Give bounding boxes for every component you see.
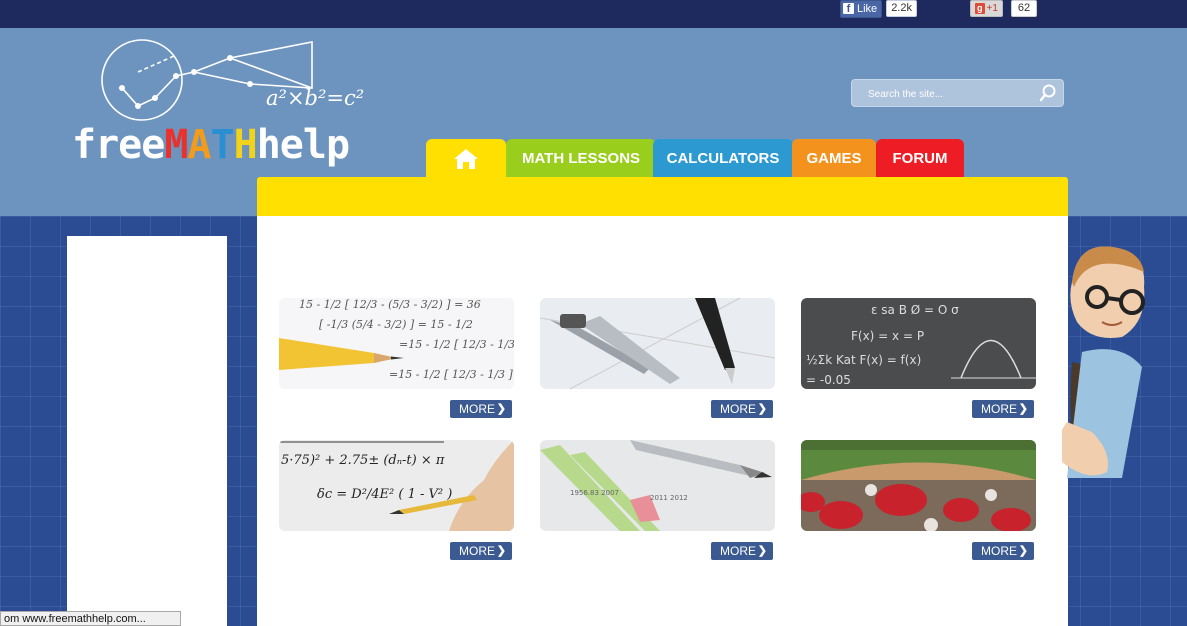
chevron-right-icon: ❯ <box>1018 403 1028 415</box>
logo-wordmark: freeMATHhelp <box>72 122 350 168</box>
svg-text:= -0.05: = -0.05 <box>806 373 851 387</box>
card-image-stadium[interactable] <box>801 440 1036 531</box>
more-button[interactable]: MORE ❯ <box>711 542 773 560</box>
svg-text:5·75)² + 2.75± (dₙ-t) × π: 5·75)² + 2.75± (dₙ-t) × π <box>281 453 445 468</box>
more-label: MORE <box>459 402 495 416</box>
svg-text:ε sa B Ø = O σ: ε sa B Ø = O σ <box>871 303 959 317</box>
site-logo[interactable]: a²×b²=c² freeMATHhelp <box>70 36 420 168</box>
tab-math-lessons[interactable]: MATH LESSONS <box>506 139 656 178</box>
more-label: MORE <box>459 544 495 558</box>
svg-text:15 - 1/2 [ 12/3 - (5/3 - 3/2): 15 - 1/2 [ 12/3 - (5/3 - 3/2) ] = 36 <box>299 298 481 311</box>
more-label: MORE <box>981 402 1017 416</box>
tab-games[interactable]: GAMES <box>792 139 876 178</box>
home-icon <box>454 149 478 169</box>
card-image-handwriting[interactable]: 5·75)² + 2.75± (dₙ-t) × π δc = D²/4E² ( … <box>279 440 514 531</box>
pencil-equations-image: 15 - 1/2 [ 12/3 - (5/3 - 3/2) ] = 36 [ -… <box>279 298 514 389</box>
logo-letter-a: A <box>187 122 211 168</box>
facebook-like-widget[interactable]: f Like 2.2k <box>840 0 917 18</box>
google-plus-widget[interactable]: g +1 62 <box>970 0 1038 17</box>
svg-text:½Σk Kat F(x) = f(x): ½Σk Kat F(x) = f(x) <box>806 353 921 367</box>
more-label: MORE <box>720 402 756 416</box>
chevron-right-icon: ❯ <box>757 403 767 415</box>
more-button[interactable]: MORE ❯ <box>972 542 1034 560</box>
more-button[interactable]: MORE ❯ <box>711 400 773 418</box>
tab-home[interactable] <box>426 139 506 178</box>
more-label: MORE <box>720 544 756 558</box>
search-icon[interactable] <box>1039 84 1057 102</box>
tab-calculators[interactable]: CALCULATORS <box>653 139 793 178</box>
chevron-right-icon: ❯ <box>1018 545 1028 557</box>
logo-letter-t: T <box>210 122 235 168</box>
google-plus-count: 62 <box>1010 0 1038 17</box>
card-image-chart[interactable]: 1956.83 2007 2011 2012 <box>540 440 775 531</box>
google-plus-icon: g <box>975 3 985 14</box>
facebook-icon: f <box>843 3 854 15</box>
more-button[interactable]: MORE ❯ <box>972 400 1034 418</box>
pen-chart-image: 1956.83 2007 2011 2012 <box>540 440 775 531</box>
nav-submenu-band <box>257 177 1068 216</box>
handwriting-image: 5·75)² + 2.75± (dₙ-t) × π δc = D²/4E² ( … <box>279 440 514 531</box>
status-bar: om www.freemathhelp.com... <box>0 611 181 626</box>
google-plus-button[interactable]: g +1 <box>970 0 1003 17</box>
left-ad-box <box>67 236 227 626</box>
chevron-right-icon: ❯ <box>496 403 506 415</box>
google-plus-label: +1 <box>986 3 998 14</box>
svg-text:2011 2012: 2011 2012 <box>650 494 688 502</box>
logo-letter-m: M <box>164 122 188 168</box>
logo-help: help <box>256 122 350 168</box>
pythagorean-formula: a²×b²=c² <box>266 86 365 110</box>
svg-text:=15 - 1/2 [ 12/3 - 1/3 ] 3/8: =15 - 1/2 [ 12/3 - 1/3 ] 3/8 <box>389 368 514 381</box>
more-label: MORE <box>981 544 1017 558</box>
more-button[interactable]: MORE ❯ <box>450 400 512 418</box>
chevron-right-icon: ❯ <box>757 545 767 557</box>
more-button[interactable]: MORE ❯ <box>450 542 512 560</box>
kid-mascot-image <box>1062 246 1145 478</box>
svg-text:1956.83 2007: 1956.83 2007 <box>570 489 619 497</box>
search-input[interactable] <box>852 80 1050 108</box>
facebook-like-label: Like <box>857 2 878 15</box>
compass-pen-image <box>540 298 775 389</box>
facebook-like-count: 2.2k <box>886 0 917 17</box>
logo-free: free <box>72 122 165 168</box>
search-box <box>851 79 1064 108</box>
main-content <box>257 216 1068 626</box>
chevron-right-icon: ❯ <box>496 545 506 557</box>
stadium-crowd-image <box>801 440 1036 531</box>
card-image-chalkboard[interactable]: ε sa B Ø = O σ F(x) = x = P ½Σk Kat F(x)… <box>801 298 1036 389</box>
chalkboard-image: ε sa B Ø = O σ F(x) = x = P ½Σk Kat F(x)… <box>801 298 1036 389</box>
svg-text:δc = D²/4E² ( 1 - V² ): δc = D²/4E² ( 1 - V² ) <box>317 487 452 502</box>
svg-text:F(x) = x = P: F(x) = x = P <box>851 329 924 343</box>
card-image-equations[interactable]: 15 - 1/2 [ 12/3 - (5/3 - 3/2) ] = 36 [ -… <box>279 298 514 389</box>
facebook-like-button[interactable]: f Like <box>840 0 883 18</box>
tab-forum[interactable]: FORUM <box>876 139 964 178</box>
logo-letter-h: H <box>233 122 258 168</box>
svg-text:=15 - 1/2 [ 12/3 - 1/3 ]: =15 - 1/2 [ 12/3 - 1/3 ] <box>399 338 514 351</box>
svg-text:[ -1/3 (5/4 - 3/2) ] = 15 - 1/: [ -1/3 (5/4 - 3/2) ] = 15 - 1/2 <box>319 318 473 331</box>
card-image-compass[interactable] <box>540 298 775 389</box>
